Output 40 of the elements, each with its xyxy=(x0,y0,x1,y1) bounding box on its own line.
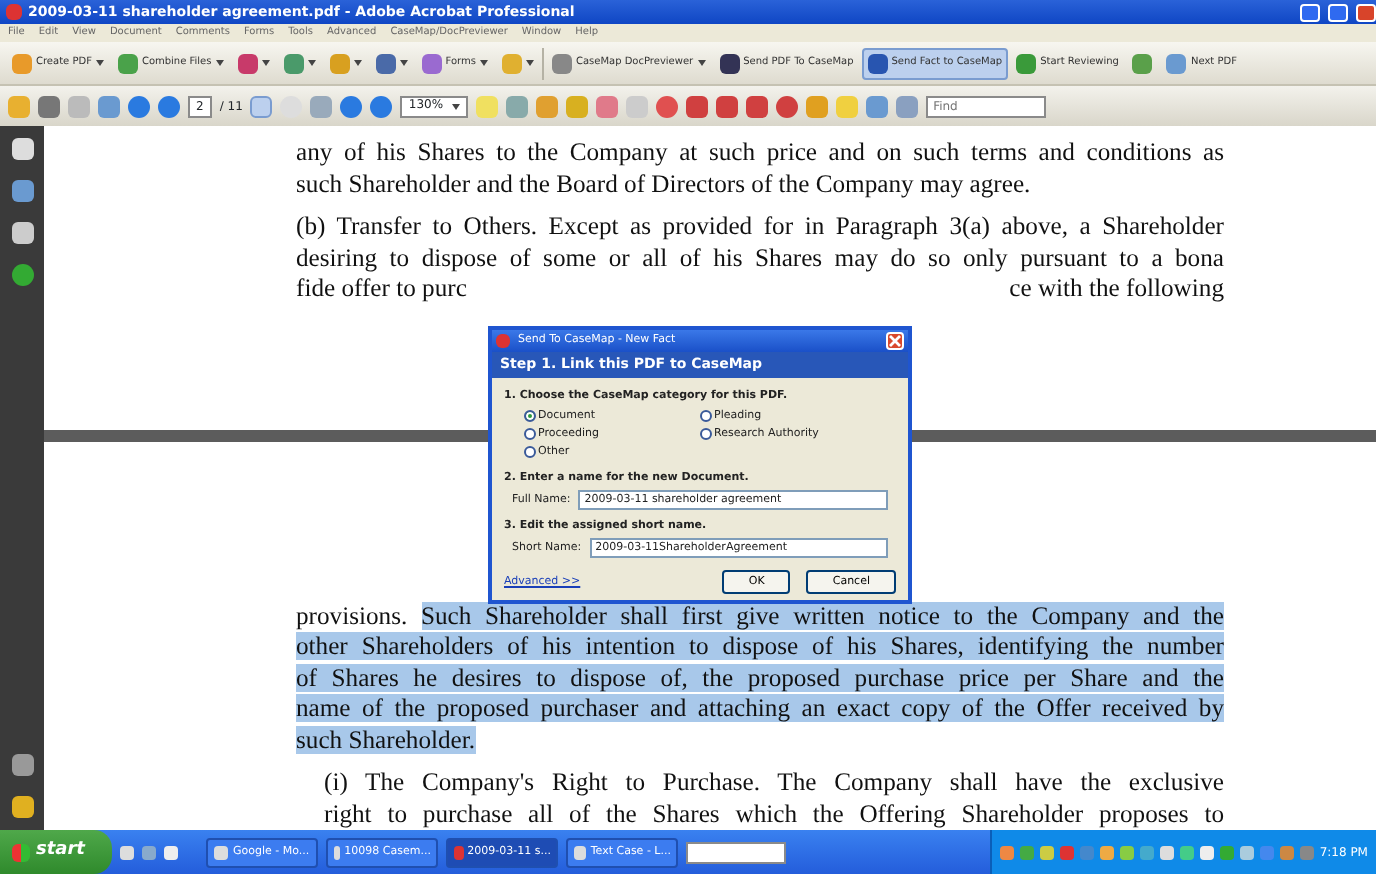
radio-button[interactable] xyxy=(524,446,536,459)
text-line: right to purchase all of the Shares which the Offering Shareholder proposes to xyxy=(322,799,1224,830)
minimize-button[interactable] xyxy=(1300,3,1320,21)
text-line: (i) The Company's Right to Purchase. The Company shall have the exclusive xyxy=(322,768,1224,799)
text-line: such Shareholder and the Board of Directors of the Company may agree. xyxy=(296,169,1033,200)
tool-icon xyxy=(719,53,740,73)
radio-button[interactable] xyxy=(700,428,712,441)
tool-icon xyxy=(867,53,888,73)
window-icon xyxy=(214,845,229,859)
search-field[interactable] xyxy=(686,841,787,863)
text-line: (b) Transfer to Others. Except as provided for in Paragraph 3(a) above, a Shareholder xyxy=(296,212,1224,243)
maximize-button[interactable] xyxy=(1328,3,1348,21)
tool-icon xyxy=(1166,53,1187,73)
text-line: provisions. Such Shareholder shall first give written notice to the Company and the xyxy=(296,601,1224,632)
close-button[interactable] xyxy=(1356,3,1376,21)
tool-icon xyxy=(421,53,442,73)
window-icon xyxy=(574,845,587,859)
caret-icon xyxy=(451,103,460,109)
tool-icon xyxy=(283,53,304,73)
tool-icon xyxy=(551,53,572,73)
start-button[interactable]: start xyxy=(0,830,113,874)
radio-button[interactable] xyxy=(524,409,536,422)
text-line: ce with the following xyxy=(1009,274,1224,305)
radio-button[interactable] xyxy=(700,409,712,422)
radio-button[interactable] xyxy=(524,428,536,441)
window-icon xyxy=(334,845,341,859)
tool-icon xyxy=(1016,53,1037,73)
text-line: fide offer to purc xyxy=(296,274,467,305)
close-button[interactable] xyxy=(886,332,904,350)
text-line: any of his Shares to the Company at such price and on such terms and conditions as xyxy=(296,138,1224,169)
text-line: desiring to dispose of some or all of his Shares may do so only pursuant to a bona xyxy=(296,243,1224,274)
tool-icon xyxy=(237,53,258,73)
tool-icon xyxy=(1132,53,1153,73)
tool-icon xyxy=(117,53,138,73)
tool-icon xyxy=(501,53,522,73)
tool-icon xyxy=(375,53,396,73)
tool-icon xyxy=(329,53,350,73)
window-icon xyxy=(454,845,464,859)
status-icon[interactable] xyxy=(11,264,33,286)
tool-icon xyxy=(12,53,32,73)
